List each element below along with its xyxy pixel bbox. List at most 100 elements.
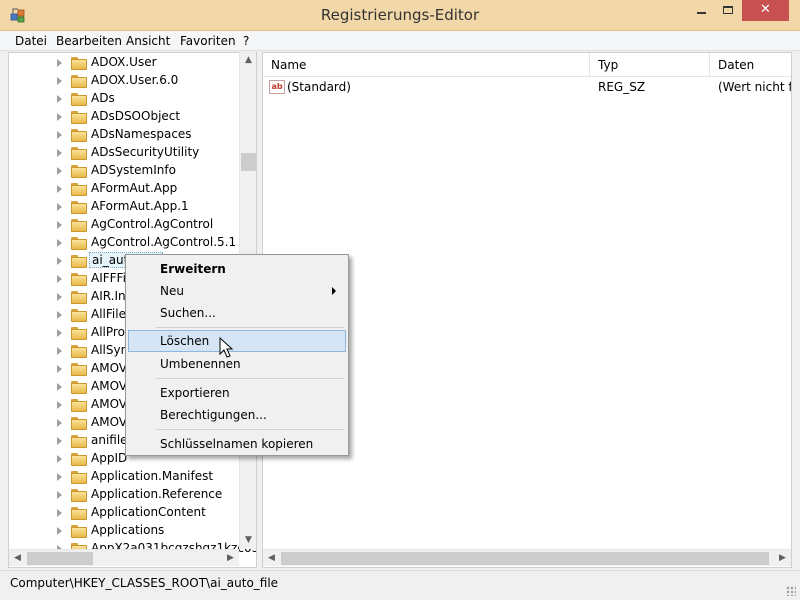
- expand-arrow-icon[interactable]: [57, 419, 62, 427]
- scroll-right-icon[interactable]: ▶: [774, 550, 791, 567]
- menu-item-exportieren[interactable]: Exportieren: [128, 382, 346, 404]
- expand-arrow-icon[interactable]: [57, 455, 62, 463]
- expand-arrow-icon[interactable]: [57, 203, 62, 211]
- expand-arrow-icon[interactable]: [57, 293, 62, 301]
- list-horizontal-scrollbar[interactable]: ◀ ▶: [263, 549, 791, 566]
- expand-arrow-icon[interactable]: [57, 59, 62, 67]
- tree-item[interactable]: AFormAut.App.1: [9, 198, 241, 216]
- current-key-path: Computer\HKEY_CLASSES_ROOT\ai_auto_file: [10, 576, 279, 590]
- expand-arrow-icon[interactable]: [57, 383, 62, 391]
- tree-item[interactable]: ADsNamespaces: [9, 126, 241, 144]
- menu-bearbeiten[interactable]: Bearbeiten: [56, 34, 122, 48]
- tree-item[interactable]: Application.Reference: [9, 486, 241, 504]
- expand-arrow-icon[interactable]: [57, 221, 62, 229]
- tree-item[interactable]: ADSystemInfo: [9, 162, 241, 180]
- tree-item[interactable]: ADsDSOObject: [9, 108, 241, 126]
- tree-item[interactable]: AgControl.AgControl.5.1: [9, 234, 241, 252]
- folder-icon: [71, 129, 87, 142]
- scroll-left-icon[interactable]: ◀: [263, 550, 280, 567]
- menu-item-umbenennen[interactable]: Umbenennen: [128, 353, 346, 375]
- tree-item[interactable]: ADs: [9, 90, 241, 108]
- expand-arrow-icon[interactable]: [57, 311, 62, 319]
- menu-item-schluesselnamen-kopieren[interactable]: Schlüsselnamen kopieren: [128, 433, 346, 455]
- title-bar[interactable]: Registrierungs-Editor ✕: [0, 0, 800, 31]
- folder-icon: [71, 399, 87, 412]
- tree-item-label: AgControl.AgControl: [91, 217, 214, 231]
- expand-arrow-icon[interactable]: [57, 329, 62, 337]
- folder-icon: [71, 453, 87, 466]
- tree-item-label: ApplicationContent: [91, 505, 206, 519]
- folder-icon: [71, 345, 87, 358]
- close-button[interactable]: ✕: [742, 0, 789, 21]
- tree-item[interactable]: ApplicationContent: [9, 504, 241, 522]
- tree-item[interactable]: Application.Manifest: [9, 468, 241, 486]
- expand-arrow-icon[interactable]: [57, 131, 62, 139]
- folder-icon: [71, 183, 87, 196]
- value-row[interactable]: ab (Standard) REG_SZ (Wert nicht festgel…: [263, 78, 791, 98]
- menu-help[interactable]: ?: [243, 34, 249, 48]
- scroll-up-icon[interactable]: ▲: [240, 52, 257, 69]
- tree-item[interactable]: ADOX.User: [9, 54, 241, 72]
- expand-arrow-icon[interactable]: [57, 473, 62, 481]
- column-header-type[interactable]: Typ: [590, 53, 710, 77]
- scroll-thumb[interactable]: [27, 552, 93, 565]
- expand-arrow-icon[interactable]: [57, 491, 62, 499]
- expand-arrow-icon[interactable]: [57, 149, 62, 157]
- tree-item-label: anifile: [91, 433, 128, 447]
- folder-icon: [71, 219, 87, 232]
- expand-arrow-icon[interactable]: [57, 239, 62, 247]
- minimize-button[interactable]: [688, 0, 715, 21]
- expand-arrow-icon[interactable]: [57, 167, 62, 175]
- close-icon: ✕: [760, 2, 771, 17]
- expand-arrow-icon[interactable]: [57, 401, 62, 409]
- expand-arrow-icon[interactable]: [57, 509, 62, 517]
- menu-item-erweitern[interactable]: Erweitern: [128, 258, 346, 280]
- scroll-thumb[interactable]: [281, 552, 769, 565]
- tree-item[interactable]: ADOX.User.6.0: [9, 72, 241, 90]
- expand-arrow-icon[interactable]: [57, 275, 62, 283]
- tree-item-label: ADOX.User.6.0: [91, 73, 179, 87]
- column-header-name[interactable]: Name: [263, 53, 590, 77]
- maximize-icon: [723, 6, 733, 14]
- resize-grip-icon[interactable]: [786, 586, 796, 596]
- expand-arrow-icon[interactable]: [57, 347, 62, 355]
- tree-item-label: ADOX.User: [91, 55, 157, 69]
- expand-arrow-icon[interactable]: [57, 527, 62, 535]
- expand-arrow-icon[interactable]: [57, 437, 62, 445]
- tree-horizontal-scrollbar[interactable]: ◀ ▶: [9, 549, 239, 566]
- expand-arrow-icon[interactable]: [57, 113, 62, 121]
- folder-icon: [71, 327, 87, 340]
- menu-ansicht[interactable]: Ansicht: [126, 34, 170, 48]
- tree-item[interactable]: AFormAut.App: [9, 180, 241, 198]
- scroll-left-icon[interactable]: ◀: [9, 550, 26, 567]
- string-value-icon: ab: [269, 80, 285, 94]
- scroll-down-icon[interactable]: ▼: [240, 532, 257, 549]
- tree-item-label: AgControl.AgControl.5.1: [91, 235, 237, 249]
- menu-item-neu[interactable]: Neu: [128, 280, 346, 302]
- tree-item[interactable]: AgControl.AgControl: [9, 216, 241, 234]
- folder-icon: [71, 417, 87, 430]
- expand-arrow-icon[interactable]: [57, 77, 62, 85]
- tree-item-label: ADsDSOObject: [91, 109, 181, 123]
- column-header-data[interactable]: Daten: [710, 53, 791, 77]
- scroll-right-icon[interactable]: ▶: [222, 550, 239, 567]
- maximize-button[interactable]: [715, 0, 742, 21]
- folder-icon: [71, 75, 87, 88]
- tree-item-label: Application.Manifest: [91, 469, 214, 483]
- expand-arrow-icon[interactable]: [57, 95, 62, 103]
- expand-arrow-icon[interactable]: [57, 365, 62, 373]
- menu-item-suchen[interactable]: Suchen...: [128, 302, 346, 324]
- menu-item-loeschen[interactable]: Löschen: [128, 330, 346, 352]
- folder-icon: [71, 381, 87, 394]
- expand-arrow-icon[interactable]: [57, 257, 62, 265]
- menu-datei[interactable]: Datei: [15, 34, 47, 48]
- tree-item[interactable]: Applications: [9, 522, 241, 540]
- menu-favoriten[interactable]: Favoriten: [180, 34, 236, 48]
- menu-separator: [156, 429, 344, 430]
- tree-item[interactable]: ADsSecurityUtility: [9, 144, 241, 162]
- window-title: Registrierungs-Editor: [320, 6, 480, 24]
- scroll-thumb[interactable]: [241, 153, 256, 171]
- folder-icon: [71, 363, 87, 376]
- expand-arrow-icon[interactable]: [57, 185, 62, 193]
- menu-item-berechtigungen[interactable]: Berechtigungen...: [128, 404, 346, 426]
